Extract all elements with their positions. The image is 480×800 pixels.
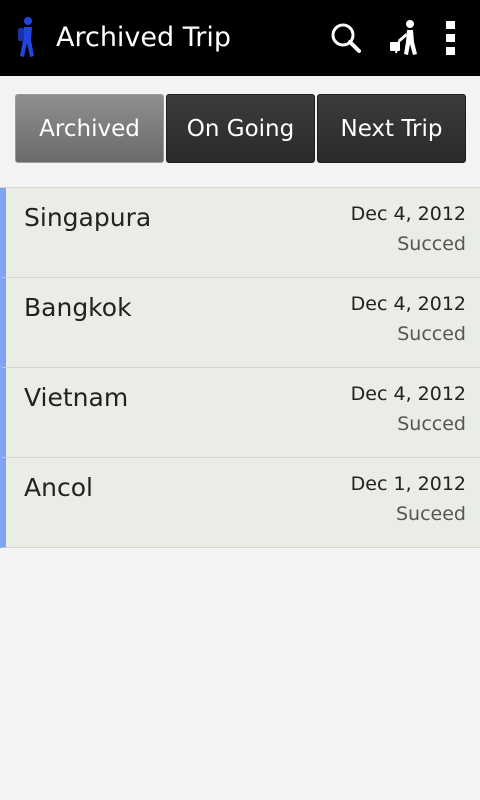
search-icon[interactable] (326, 18, 366, 58)
trip-name: Vietnam (24, 383, 129, 412)
trip-name: Singapura (24, 203, 152, 232)
trip-status: Succed (397, 323, 466, 345)
action-bar: Archived Trip (0, 0, 480, 76)
trip-row-vietnam[interactable]: Vietnam Dec 4, 2012 Succed (0, 368, 480, 458)
trip-row-bangkok[interactable]: Bangkok Dec 4, 2012 Succed (0, 278, 480, 368)
walking-with-cart-icon[interactable] (384, 18, 424, 58)
tab-archived[interactable]: Archived (15, 94, 164, 163)
trip-list: Singapura Dec 4, 2012 Succed Bangkok Dec… (0, 187, 480, 548)
tab-on-going[interactable]: On Going (166, 94, 315, 163)
trip-date: Dec 4, 2012 (350, 383, 466, 405)
trip-name: Bangkok (24, 293, 132, 322)
overflow-menu-icon[interactable] (440, 18, 462, 58)
trip-status: Succed (397, 413, 466, 435)
trip-date: Dec 1, 2012 (350, 473, 466, 495)
trip-status: Succed (397, 233, 466, 255)
trip-date: Dec 4, 2012 (350, 203, 466, 225)
trip-row-singapura[interactable]: Singapura Dec 4, 2012 Succed (0, 188, 480, 278)
hiker-icon[interactable] (14, 16, 40, 60)
trip-tabs: Archived On Going Next Trip (15, 94, 466, 163)
trip-status: Suceed (396, 503, 466, 525)
trip-name: Ancol (24, 473, 93, 502)
trip-row-ancol[interactable]: Ancol Dec 1, 2012 Suceed (0, 458, 480, 548)
tab-next-trip[interactable]: Next Trip (317, 94, 466, 163)
page-title: Archived Trip (56, 22, 232, 53)
trip-date: Dec 4, 2012 (350, 293, 466, 315)
